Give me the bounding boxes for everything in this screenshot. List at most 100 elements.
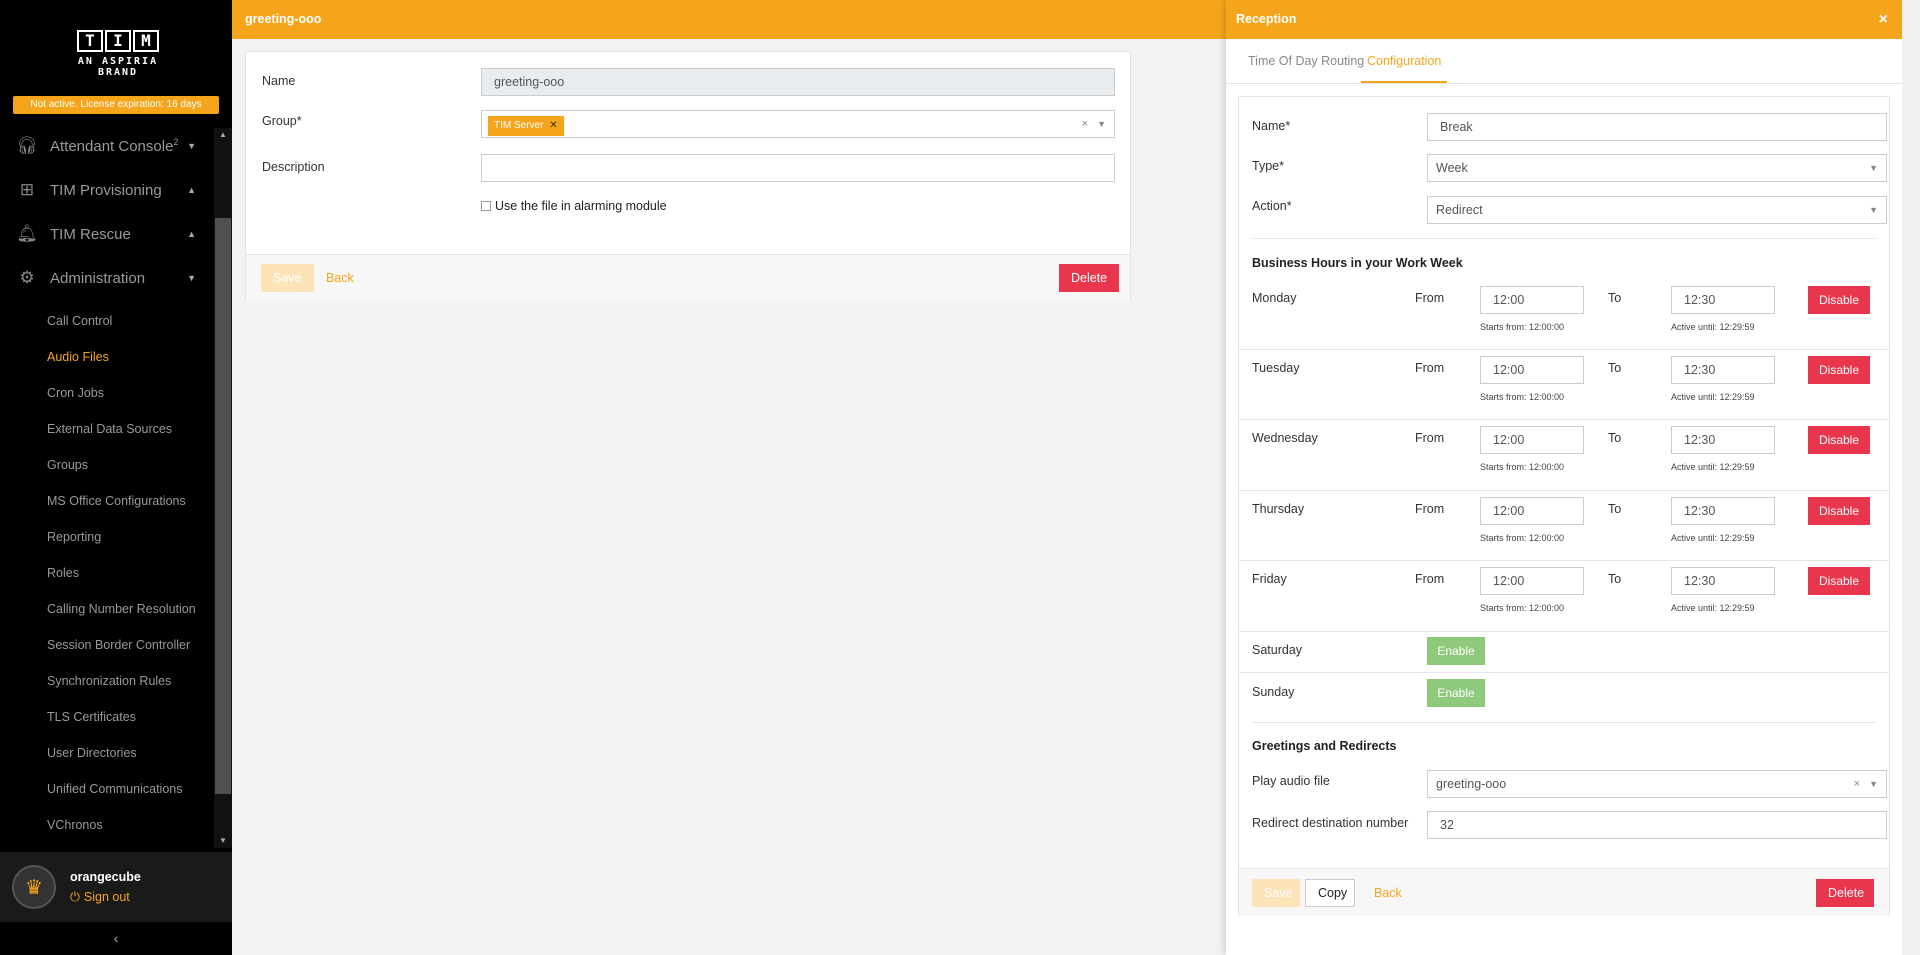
divider [1239, 419, 1889, 420]
disable-button[interactable]: Disable [1808, 356, 1870, 384]
from-time-input[interactable]: 12:00 [1480, 356, 1584, 384]
business-hours-heading: Business Hours in your Work Week [1252, 256, 1463, 270]
logo-letter: I [105, 30, 131, 52]
divider [1239, 349, 1889, 350]
sidebar-item-cron-jobs[interactable]: Cron Jobs [47, 386, 104, 400]
nav-label: TIM Provisioning [50, 181, 162, 199]
audio-file-value: greeting-ooo [1436, 777, 1507, 791]
starts-hint: Starts from: 12:00:00 [1480, 533, 1565, 543]
redirect-label: Redirect destination number [1252, 816, 1409, 830]
panel-footer: Save Copy Back Delete [1239, 868, 1889, 916]
clear-icon[interactable]: × [1854, 771, 1860, 797]
sidebar-item-synchronization-rules[interactable]: Synchronization Rules [47, 674, 171, 688]
description-field[interactable] [481, 154, 1115, 182]
user-card: ♛ orangecube ⏻ Sign out [0, 852, 232, 922]
scroll-up-icon[interactable]: ▲ [217, 130, 229, 140]
sidebar-item-tls-certificates[interactable]: TLS Certificates [47, 710, 136, 724]
from-label: From [1415, 572, 1445, 586]
close-icon[interactable]: × [1879, 0, 1888, 39]
enable-button[interactable]: Enable [1427, 679, 1485, 707]
sidebar-item-reporting[interactable]: Reporting [47, 530, 101, 544]
back-button[interactable]: Back [314, 264, 366, 292]
until-hint: Active until: 12:29:59 [1671, 462, 1755, 472]
back-button[interactable]: Back [1362, 879, 1414, 907]
configuration-form: Name* Break Type* Week ▼ Action* Redirec… [1238, 96, 1890, 916]
sidebar-item-groups[interactable]: Groups [47, 458, 88, 472]
divider [1239, 560, 1889, 561]
plus-box-icon: ⊞ [19, 180, 35, 199]
sidebar-item-call-control[interactable]: Call Control [47, 314, 112, 328]
to-label: To [1608, 361, 1622, 375]
action-select[interactable]: Redirect ▼ [1427, 196, 1887, 224]
nav-tim-provisioning[interactable]: ⊞ TIM Provisioning ▲ [0, 172, 214, 208]
delete-button[interactable]: Delete [1059, 264, 1120, 292]
chevron-down-icon[interactable]: ▼ [1097, 111, 1106, 137]
tab-configuration[interactable]: Configuration [1361, 39, 1448, 83]
alarm-checkbox[interactable] [481, 201, 491, 211]
type-select[interactable]: Week ▼ [1427, 154, 1887, 182]
nav-superscript: 2 [173, 137, 179, 147]
delete-button[interactable]: Delete [1816, 879, 1874, 907]
sidebar-scroll-thumb[interactable] [215, 218, 231, 794]
nav-attendant-console[interactable]: 🎧︎ Attendant Console2 ▼ [0, 128, 214, 164]
nav-administration[interactable]: ⚙ Administration ▼ [0, 260, 214, 296]
sidebar-item-ms-office-configurations[interactable]: MS Office Configurations [47, 494, 186, 508]
type-value: Week [1436, 161, 1468, 175]
sidebar-item-user-directories[interactable]: User Directories [47, 746, 137, 760]
page-title: greeting-ooo [245, 12, 322, 26]
alarm-checkbox-row[interactable]: Use the file in alarming module [481, 199, 667, 213]
to-time-input[interactable]: 12:30 [1671, 567, 1775, 595]
save-button[interactable]: Save [1252, 879, 1300, 907]
reception-panel: Reception × Time Of Day Routing Configur… [1226, 0, 1902, 955]
name-field[interactable]: greeting-ooo [481, 68, 1115, 96]
collapse-sidebar-button[interactable]: ‹ [0, 922, 232, 955]
enable-button[interactable]: Enable [1427, 637, 1485, 665]
sidebar-item-audio-files[interactable]: Audio Files [47, 350, 109, 364]
tab-time-of-day-routing[interactable]: Time Of Day Routing [1248, 39, 1364, 83]
tim-logo[interactable]: T I M AN ASPIRIA BRAND [58, 30, 178, 78]
sidebar-item-external-data-sources[interactable]: External Data Sources [47, 422, 172, 436]
to-time-input[interactable]: 12:30 [1671, 497, 1775, 525]
from-label: From [1415, 431, 1445, 445]
sidebar-nav: 🎧︎ Attendant Console2 ▼ ⊞ TIM Provisioni… [0, 128, 232, 848]
scroll-down-icon[interactable]: ▼ [217, 836, 229, 846]
to-label: To [1608, 291, 1622, 305]
power-icon: ⏻ [70, 889, 80, 904]
page-scrollbar[interactable] [1902, 0, 1920, 955]
logo-subtitle: AN ASPIRIA BRAND [77, 56, 159, 78]
from-time-input[interactable]: 12:00 [1480, 497, 1584, 525]
nav-tim-rescue[interactable]: 🔔︎ TIM Rescue ▲ [0, 216, 214, 252]
from-time-input[interactable]: 12:00 [1480, 567, 1584, 595]
alarm-light-icon: 🔔︎ [16, 224, 38, 243]
chevron-down-icon[interactable]: ▼ [1869, 771, 1878, 797]
chip-remove-icon[interactable]: ✕ [549, 120, 557, 131]
group-select[interactable]: TIM Server ✕ × ▼ [481, 110, 1115, 138]
sidebar-item-roles[interactable]: Roles [47, 566, 79, 580]
audio-file-select[interactable]: greeting-ooo × ▼ [1427, 770, 1887, 798]
to-time-input[interactable]: 12:30 [1671, 286, 1775, 314]
from-label: From [1415, 361, 1445, 375]
to-time-input[interactable]: 12:30 [1671, 356, 1775, 384]
from-time-input[interactable]: 12:00 [1480, 426, 1584, 454]
sidebar-item-unified-communications[interactable]: Unified Communications [47, 782, 182, 796]
type-label: Type* [1252, 159, 1284, 173]
disable-button[interactable]: Disable [1808, 426, 1870, 454]
sign-out-link[interactable]: ⏻ Sign out [70, 890, 141, 905]
clear-icon[interactable]: × [1082, 111, 1088, 137]
alarm-checkbox-label: Use the file in alarming module [495, 199, 667, 213]
disable-button[interactable]: Disable [1808, 286, 1870, 314]
name-label: Name [262, 74, 296, 88]
sidebar-item-calling-number-resolution[interactable]: Calling Number Resolution [47, 602, 196, 616]
to-label: To [1608, 431, 1622, 445]
to-time-input[interactable]: 12:30 [1671, 426, 1775, 454]
disable-button[interactable]: Disable [1808, 567, 1870, 595]
audio-file-label: Play audio file [1252, 774, 1330, 788]
from-time-input[interactable]: 12:00 [1480, 286, 1584, 314]
rule-name-field[interactable]: Break [1427, 113, 1887, 141]
sidebar-item-session-border-controller[interactable]: Session Border Controller [47, 638, 190, 652]
save-button[interactable]: Save [261, 264, 314, 292]
sidebar-item-vchronos[interactable]: VChronos [47, 818, 103, 832]
redirect-number-field[interactable]: 32 [1427, 811, 1887, 839]
copy-button[interactable]: Copy [1305, 879, 1355, 907]
disable-button[interactable]: Disable [1808, 497, 1870, 525]
